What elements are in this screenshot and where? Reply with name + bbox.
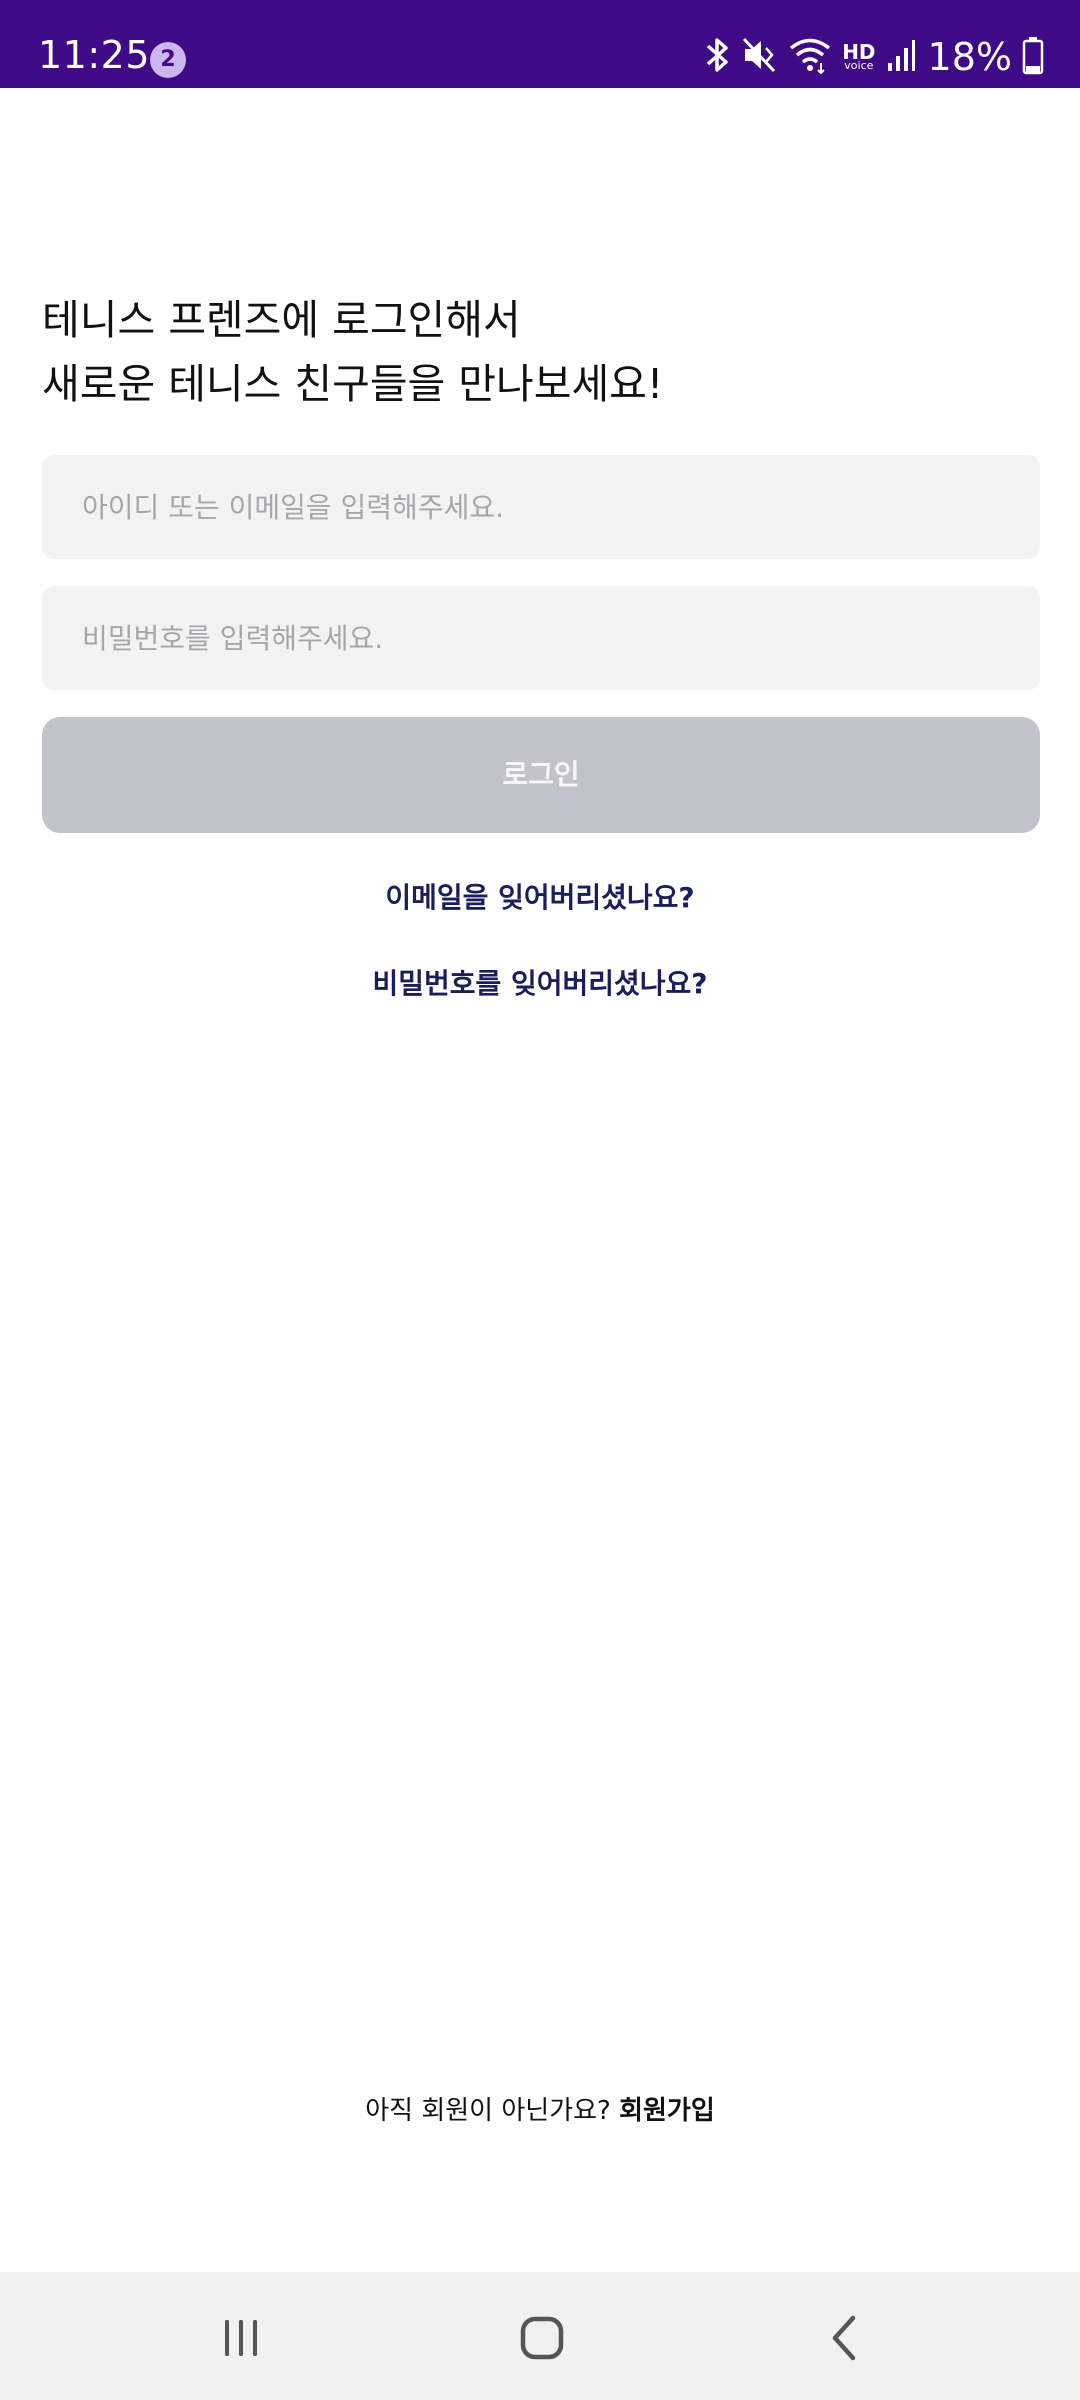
- battery-icon: [1022, 35, 1044, 79]
- back-icon[interactable]: [805, 2298, 885, 2378]
- forgot-email-link[interactable]: 이메일을 잊어버리셨나요?: [0, 876, 1080, 916]
- navigation-bar: [0, 2272, 1080, 2400]
- signup-prompt-text: 아직 회원이 아닌가요?: [365, 2096, 611, 2126]
- recent-apps-icon[interactable]: [201, 2298, 281, 2378]
- title-line-2: 새로운 테니스 친구들을 만나보세요!: [42, 360, 664, 408]
- home-icon[interactable]: [503, 2298, 583, 2378]
- notification-count-badge: 2: [150, 42, 186, 78]
- page-title: 테니스 프렌즈에 로그인해서 새로운 테니스 친구들을 만나보세요!: [42, 288, 1042, 416]
- status-time: 11:25: [38, 33, 151, 77]
- signup-prompt: 아직 회원이 아닌가요? 회원가입: [0, 2090, 1080, 2127]
- bluetooth-icon: [702, 35, 732, 79]
- battery-percentage: 18%: [927, 35, 1012, 79]
- signup-link[interactable]: 회원가입: [619, 2096, 715, 2126]
- mute-icon: [742, 35, 778, 79]
- hd-sub-label: voice: [844, 59, 874, 73]
- login-button[interactable]: 로그인: [42, 717, 1040, 833]
- hd-voice-icon: HD voice: [842, 42, 875, 73]
- status-icons: HD voice 18%: [692, 34, 1044, 80]
- password-input[interactable]: [42, 586, 1040, 690]
- signal-icon: [886, 35, 916, 79]
- id-email-input[interactable]: [42, 455, 1040, 559]
- title-line-1: 테니스 프렌즈에 로그인해서: [42, 296, 521, 344]
- forgot-password-link[interactable]: 비밀번호를 잊어버리셨나요?: [0, 962, 1080, 1002]
- wifi-icon: [788, 35, 832, 79]
- status-bar: 11:25 2 HD voice 18%: [0, 0, 1080, 88]
